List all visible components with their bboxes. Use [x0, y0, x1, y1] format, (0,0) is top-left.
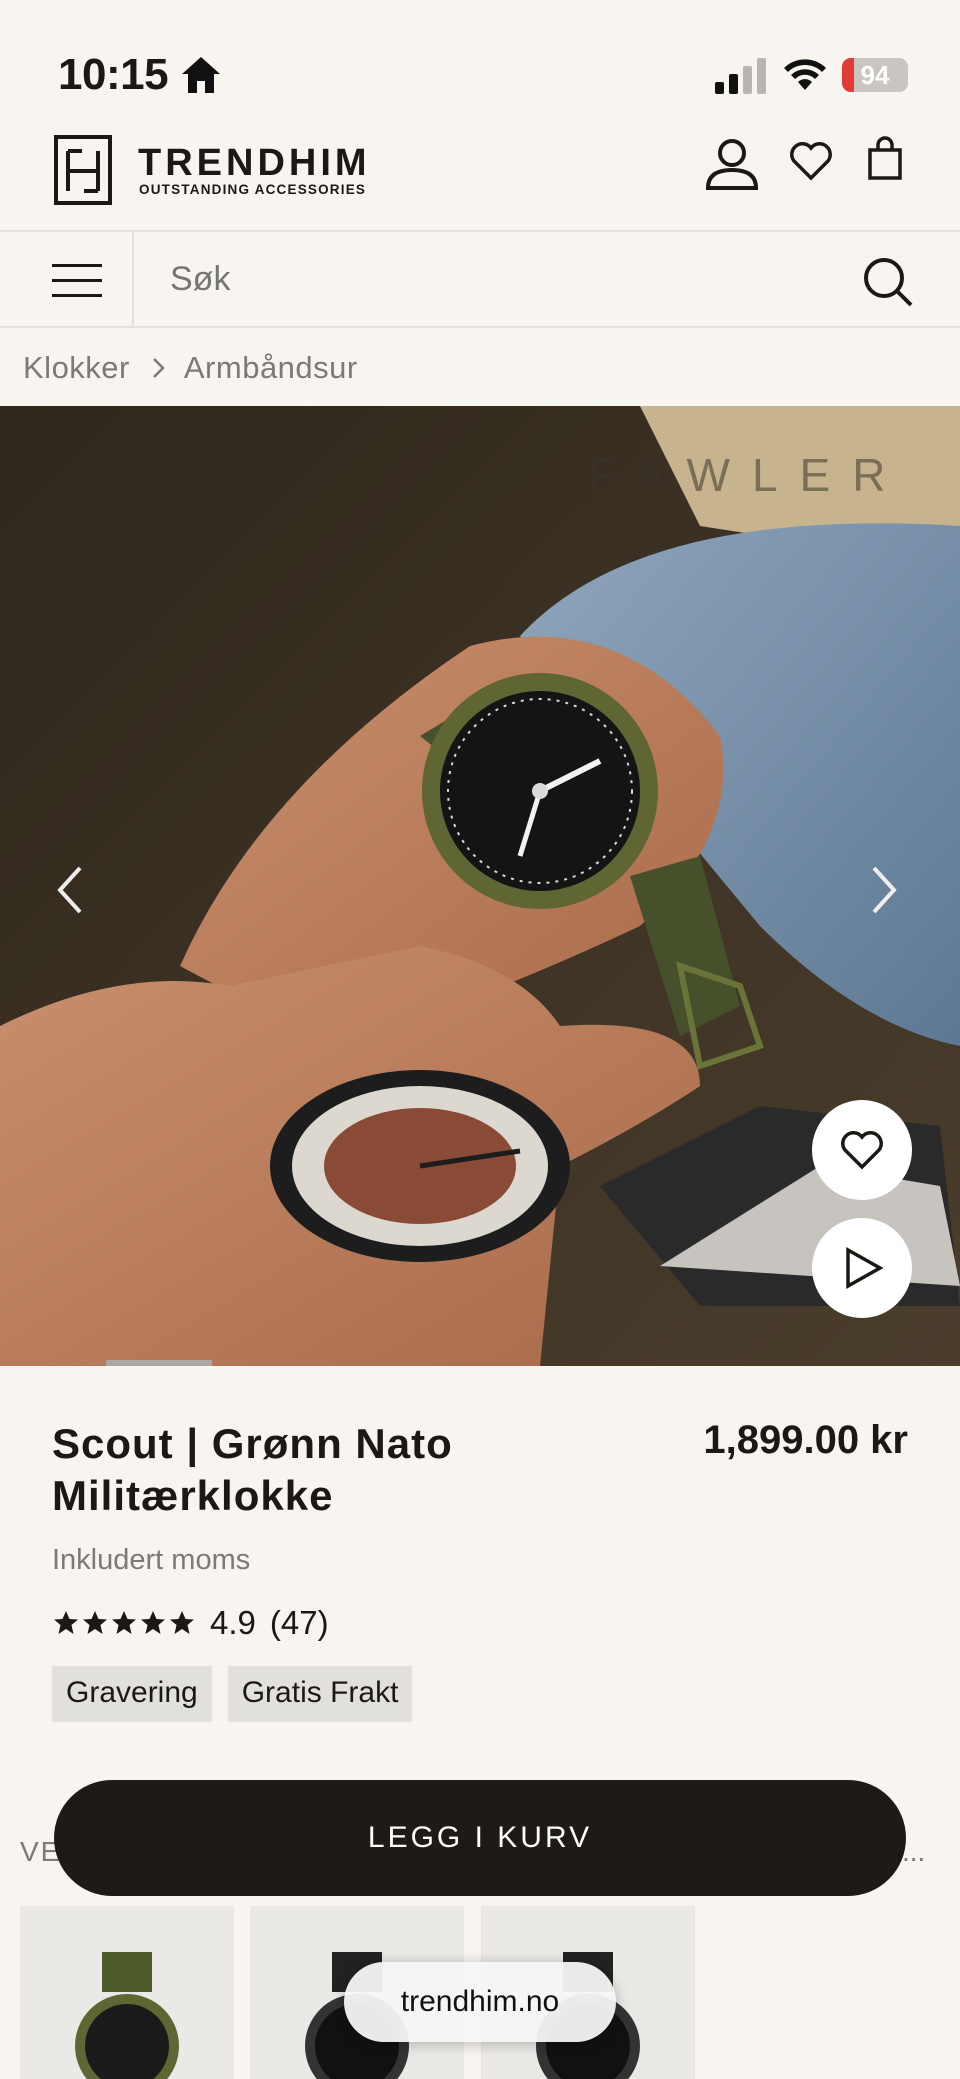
vat-note: Inkludert moms — [52, 1544, 251, 1576]
home-icon — [182, 57, 220, 93]
product-price: 1,899.00 kr — [703, 1418, 908, 1462]
brand-name[interactable]: TRENDHIM — [138, 142, 371, 185]
battery-level: 94 — [860, 60, 890, 90]
rating-value: 4.9 — [210, 1604, 256, 1641]
menu-button[interactable] — [0, 232, 134, 328]
wifi-icon — [784, 59, 826, 90]
signal-icon — [715, 58, 766, 94]
rating-count: (47) — [269, 1604, 329, 1641]
product-rating[interactable]: 4.9 (47) — [52, 1604, 329, 1642]
star-icon — [112, 1611, 136, 1634]
breadcrumb: Klokker Armbåndsur — [23, 350, 358, 386]
product-badges: Gravering Gratis Frakt — [52, 1666, 413, 1722]
search-icon[interactable] — [862, 256, 914, 308]
account-icon[interactable] — [704, 136, 760, 192]
cart-icon[interactable] — [866, 136, 904, 182]
browser-url-bar[interactable]: trendhim.no — [344, 1962, 616, 2042]
product-gallery[interactable]: FAWLER — [0, 406, 960, 1366]
star-icon — [141, 1611, 165, 1634]
search-row — [0, 230, 960, 328]
brand-tagline: OUTSTANDING ACCESSORIES — [139, 182, 367, 197]
hero-wishlist-button[interactable] — [812, 1100, 912, 1200]
star-icon — [83, 1611, 107, 1634]
status-time: 10:15 — [58, 50, 169, 99]
chevron-right-icon — [152, 358, 165, 378]
trendhim-logo-icon[interactable] — [54, 135, 112, 205]
star-icon — [170, 1611, 194, 1634]
brand-watermark: FAWLER — [588, 449, 908, 501]
search-input[interactable] — [170, 260, 810, 299]
watch-icon — [75, 1952, 179, 2079]
badge-free-shipping: Gratis Frakt — [227, 1666, 413, 1722]
rating-stars — [52, 1609, 196, 1637]
heart-icon — [841, 1131, 883, 1170]
chevron-right-icon[interactable] — [870, 864, 898, 916]
variant-thumbnail-green[interactable] — [20, 1906, 234, 2079]
breadcrumb-item[interactable]: Armbåndsur — [184, 350, 358, 386]
wishlist-icon[interactable] — [788, 140, 834, 182]
breadcrumb-item[interactable]: Klokker — [23, 350, 130, 386]
badge-engraving: Gravering — [52, 1666, 212, 1722]
product-title: Scout | Grønn Nato Militærklokke — [52, 1420, 453, 1519]
add-to-cart-button[interactable]: LEGG I KURV — [54, 1780, 906, 1896]
status-bar: 10:15 94 — [0, 0, 960, 120]
play-video-button[interactable] — [812, 1218, 912, 1318]
chevron-left-icon[interactable] — [56, 864, 84, 916]
play-icon — [846, 1247, 884, 1289]
star-icon — [54, 1611, 78, 1634]
battery-indicator: 94 — [842, 58, 908, 92]
gallery-progress-indicator — [106, 1360, 212, 1366]
product-photo — [0, 406, 960, 1366]
site-header: TRENDHIM OUTSTANDING ACCESSORIES — [0, 120, 960, 230]
